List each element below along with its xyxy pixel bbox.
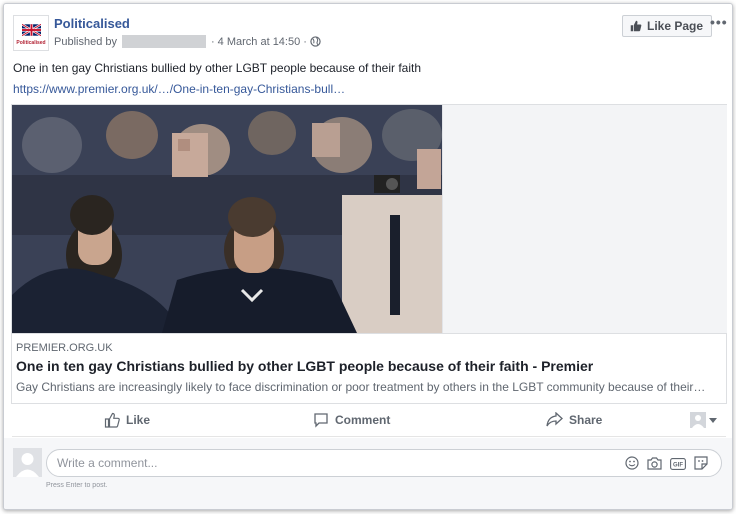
- published-by-label: Published by: [54, 35, 117, 48]
- commenter-avatar: [13, 448, 42, 477]
- preview-image-filler: [442, 105, 727, 333]
- meta-separator: ·: [211, 35, 215, 48]
- post-card: Politicalised Politicalised Published by…: [3, 3, 733, 510]
- comment-label: Comment: [335, 413, 391, 427]
- caret-down-icon: [709, 417, 717, 423]
- comment-tools: GIF: [625, 456, 708, 475]
- post-text: One in ten gay Christians bullied by oth…: [13, 61, 422, 75]
- share-button[interactable]: Share: [546, 412, 602, 427]
- thumbs-up-icon: [104, 412, 120, 428]
- post-timestamp[interactable]: 4 March at 14:50: [218, 36, 301, 48]
- audience-selector[interactable]: [690, 412, 717, 428]
- post-link[interactable]: https://www.premier.org.uk/…/One-in-ten-…: [13, 82, 345, 96]
- preview-description: Gay Christians are increasingly likely t…: [16, 380, 706, 394]
- uk-flag-icon: [22, 24, 41, 36]
- link-preview[interactable]: PREMIER.ORG.UK One in ten gay Christians…: [11, 104, 727, 404]
- like-page-button[interactable]: Like Page: [622, 15, 713, 37]
- svg-text:GIF: GIF: [673, 462, 683, 468]
- camera-icon[interactable]: [647, 456, 662, 475]
- comment-composer: GIF Press Enter to post.: [4, 438, 732, 509]
- action-bar: Like Comment Share: [12, 406, 726, 437]
- comment-icon: [314, 413, 328, 428]
- share-icon: [546, 412, 563, 427]
- user-avatar-icon: [690, 412, 706, 428]
- redacted-publisher: [122, 35, 206, 48]
- emoji-icon[interactable]: [625, 456, 639, 475]
- share-label: Share: [569, 412, 603, 427]
- sticker-icon[interactable]: [694, 456, 708, 475]
- like-page-label: Like Page: [647, 19, 704, 33]
- like-label: Like: [126, 413, 151, 427]
- thumbs-up-icon: [630, 20, 642, 32]
- press-enter-hint: Press Enter to post.: [46, 482, 108, 489]
- preview-image[interactable]: [12, 105, 442, 333]
- meta-separator: ·: [303, 35, 307, 48]
- preview-caption[interactable]: PREMIER.ORG.UK One in ten gay Christians…: [12, 333, 726, 404]
- post-header: Politicalised Politicalised Published by…: [4, 4, 732, 58]
- post-meta: Published by · 4 March at 14:50 ·: [54, 35, 321, 48]
- preview-headline[interactable]: One in ten gay Christians bullied by oth…: [16, 358, 593, 374]
- logo-text: Politicalised: [16, 40, 46, 46]
- globe-icon[interactable]: [310, 36, 321, 47]
- comment-input[interactable]: [46, 449, 722, 477]
- preview-domain: PREMIER.ORG.UK: [16, 342, 113, 354]
- gif-icon[interactable]: GIF: [670, 457, 686, 475]
- like-button[interactable]: Like: [104, 412, 150, 428]
- page-avatar[interactable]: Politicalised: [13, 15, 49, 51]
- more-horizontal-icon[interactable]: •••: [710, 14, 728, 30]
- comment-button[interactable]: Comment: [313, 412, 390, 428]
- page-name-link[interactable]: Politicalised: [54, 16, 130, 31]
